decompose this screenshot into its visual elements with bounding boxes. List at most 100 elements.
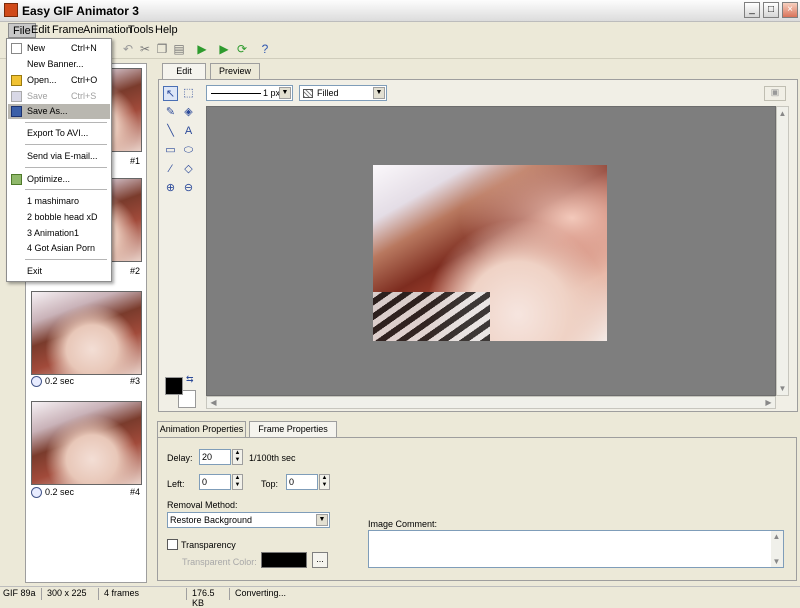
menu-help[interactable]: Help bbox=[151, 23, 182, 38]
tab-frame-properties[interactable]: Frame Properties bbox=[249, 421, 337, 437]
menu-item-label: 1 mashimaro bbox=[27, 196, 80, 206]
status-file-size: 176.5 KB bbox=[189, 588, 230, 608]
delay-input[interactable]: 20 bbox=[199, 449, 231, 465]
preview-icon[interactable]: ▶ bbox=[216, 41, 232, 57]
transparent-color-swatch[interactable] bbox=[261, 552, 307, 568]
file-menu-export-avi[interactable]: Export To AVI... bbox=[8, 126, 110, 141]
vertical-scrollbar[interactable]: ▲ ▼ bbox=[776, 106, 789, 396]
removal-method-label: Removal Method: bbox=[167, 500, 238, 510]
left-input[interactable]: 0 bbox=[199, 474, 231, 490]
file-menu-save[interactable]: Save Ctrl+S bbox=[8, 89, 110, 104]
fill-mode-select[interactable]: Filled ▼ bbox=[299, 85, 387, 101]
menu-item-label: 2 bobble head xD bbox=[27, 212, 98, 222]
menu-item-label: Save bbox=[27, 91, 48, 101]
cut-icon[interactable]: ✂ bbox=[137, 41, 153, 57]
left-label: Left: bbox=[167, 479, 185, 489]
scroll-right-icon[interactable]: ▶ bbox=[763, 397, 774, 408]
frame-thumbnail-3[interactable] bbox=[31, 291, 142, 375]
frame-number: #2 bbox=[129, 266, 140, 276]
tab-edit[interactable]: Edit bbox=[162, 63, 206, 79]
file-menu-new[interactable]: New Ctrl+N bbox=[8, 41, 110, 56]
top-spinner[interactable]: ▲ ▼ bbox=[319, 474, 330, 490]
frame-number: #3 bbox=[129, 376, 140, 386]
browse-color-button[interactable]: ... bbox=[312, 552, 328, 568]
menu-item-label: Send via E-mail... bbox=[27, 151, 98, 161]
top-input[interactable]: 0 bbox=[286, 474, 318, 490]
rectangle-icon[interactable]: ▭ bbox=[163, 143, 178, 158]
file-menu-send-email[interactable]: Send via E-mail... bbox=[8, 149, 110, 164]
file-menu-open[interactable]: Open... Ctrl+O bbox=[8, 73, 110, 88]
rect-select-icon[interactable]: ⬚ bbox=[181, 86, 196, 101]
menu-item-shortcut: Ctrl+S bbox=[71, 91, 97, 101]
scroll-down-icon[interactable]: ▼ bbox=[777, 383, 788, 394]
transparency-checkbox[interactable] bbox=[167, 539, 178, 550]
comment-scrollbar[interactable]: ▲ ▼ bbox=[771, 531, 783, 567]
image-comment-label: Image Comment: bbox=[368, 519, 438, 529]
status-format: GIF 89a bbox=[0, 588, 42, 600]
canvas-options-button[interactable]: ▣ bbox=[764, 86, 786, 101]
status-frame-count: 4 frames bbox=[101, 588, 187, 600]
select-arrow-icon[interactable]: ↖ bbox=[163, 86, 178, 101]
close-button[interactable]: × bbox=[782, 2, 798, 18]
swap-colors-icon[interactable]: ⇆ bbox=[186, 374, 194, 385]
pencil-icon[interactable]: ✎ bbox=[163, 105, 178, 120]
chevron-down-icon: ▼ bbox=[279, 87, 291, 99]
eyedropper-icon[interactable]: ⁄ bbox=[163, 162, 178, 177]
text-icon[interactable]: A bbox=[181, 124, 196, 139]
transparent-color-label: Transparent Color: bbox=[182, 557, 257, 567]
zoom-out-icon[interactable]: ⊖ bbox=[181, 181, 196, 196]
file-menu-recent-1[interactable]: 1 mashimaro bbox=[8, 194, 110, 209]
chevron-down-icon: ▼ bbox=[373, 87, 385, 99]
help-icon[interactable]: ? bbox=[257, 41, 273, 57]
file-menu-recent-3[interactable]: 3 Animation1 bbox=[8, 226, 110, 241]
line-icon[interactable]: ╲ bbox=[163, 124, 178, 139]
menu-separator bbox=[25, 144, 107, 145]
menu-bar: File Edit Frame Animation Tools Help bbox=[0, 22, 800, 39]
menu-separator bbox=[25, 259, 107, 260]
file-menu-new-banner[interactable]: New Banner... bbox=[8, 57, 110, 72]
scroll-up-icon[interactable]: ▲ bbox=[777, 108, 788, 119]
copy-icon[interactable]: ❐ bbox=[154, 41, 170, 57]
line-width-select[interactable]: 1 px ▼ bbox=[206, 85, 293, 101]
export-icon[interactable]: ⟳ bbox=[234, 41, 250, 57]
undo-icon[interactable]: ↶ bbox=[120, 41, 136, 57]
file-menu-save-as[interactable]: Save As... bbox=[8, 104, 110, 119]
horizontal-scrollbar[interactable]: ◀ ▶ bbox=[206, 396, 776, 409]
frame-thumbnail-4[interactable] bbox=[31, 401, 142, 485]
app-icon bbox=[4, 3, 18, 17]
ellipse-icon[interactable]: ⬭ bbox=[181, 143, 196, 158]
file-menu-recent-2[interactable]: 2 bobble head xD bbox=[8, 210, 110, 225]
eraser-icon[interactable]: ◇ bbox=[181, 162, 196, 177]
image-comment-textarea[interactable] bbox=[368, 530, 784, 568]
scroll-down-icon[interactable]: ▼ bbox=[771, 556, 782, 567]
file-menu-dropdown: New Ctrl+N New Banner... Open... Ctrl+O … bbox=[6, 38, 112, 282]
editor-tabs: Edit Preview bbox=[158, 63, 798, 79]
removal-method-select[interactable]: Restore Background ▼ bbox=[167, 512, 330, 528]
play-icon[interactable]: ▶ bbox=[194, 41, 210, 57]
scroll-up-icon[interactable]: ▲ bbox=[771, 531, 782, 542]
primary-color-swatch[interactable] bbox=[165, 377, 183, 395]
menu-separator bbox=[25, 122, 107, 123]
maximize-button[interactable]: □ bbox=[763, 2, 779, 18]
tab-animation-properties[interactable]: Animation Properties bbox=[157, 421, 246, 437]
file-menu-optimize[interactable]: Optimize... bbox=[8, 172, 110, 187]
file-menu-recent-4[interactable]: 4 Got Asian Porn bbox=[8, 241, 110, 256]
left-spinner[interactable]: ▲ ▼ bbox=[232, 474, 243, 490]
delay-spinner[interactable]: ▲ ▼ bbox=[232, 449, 243, 465]
minimize-button[interactable]: _ bbox=[744, 2, 760, 18]
tab-preview[interactable]: Preview bbox=[210, 63, 260, 79]
zoom-in-icon[interactable]: ⊕ bbox=[163, 181, 178, 196]
frame-number: #4 bbox=[129, 487, 140, 497]
menu-separator bbox=[25, 167, 107, 168]
paste-icon[interactable]: ▤ bbox=[171, 41, 187, 57]
scroll-left-icon[interactable]: ◀ bbox=[208, 397, 219, 408]
new-file-icon bbox=[11, 43, 22, 54]
menu-item-label: Exit bbox=[27, 266, 43, 276]
menu-item-label: 4 Got Asian Porn bbox=[27, 243, 96, 253]
top-label: Top: bbox=[261, 479, 279, 489]
line-sample bbox=[211, 93, 261, 94]
status-dimensions: 300 x 225 bbox=[44, 588, 99, 600]
frame-meta-3: 0.2 sec #3 bbox=[31, 376, 142, 390]
fill-bucket-icon[interactable]: ◈ bbox=[181, 105, 196, 120]
file-menu-exit[interactable]: Exit bbox=[8, 264, 110, 279]
